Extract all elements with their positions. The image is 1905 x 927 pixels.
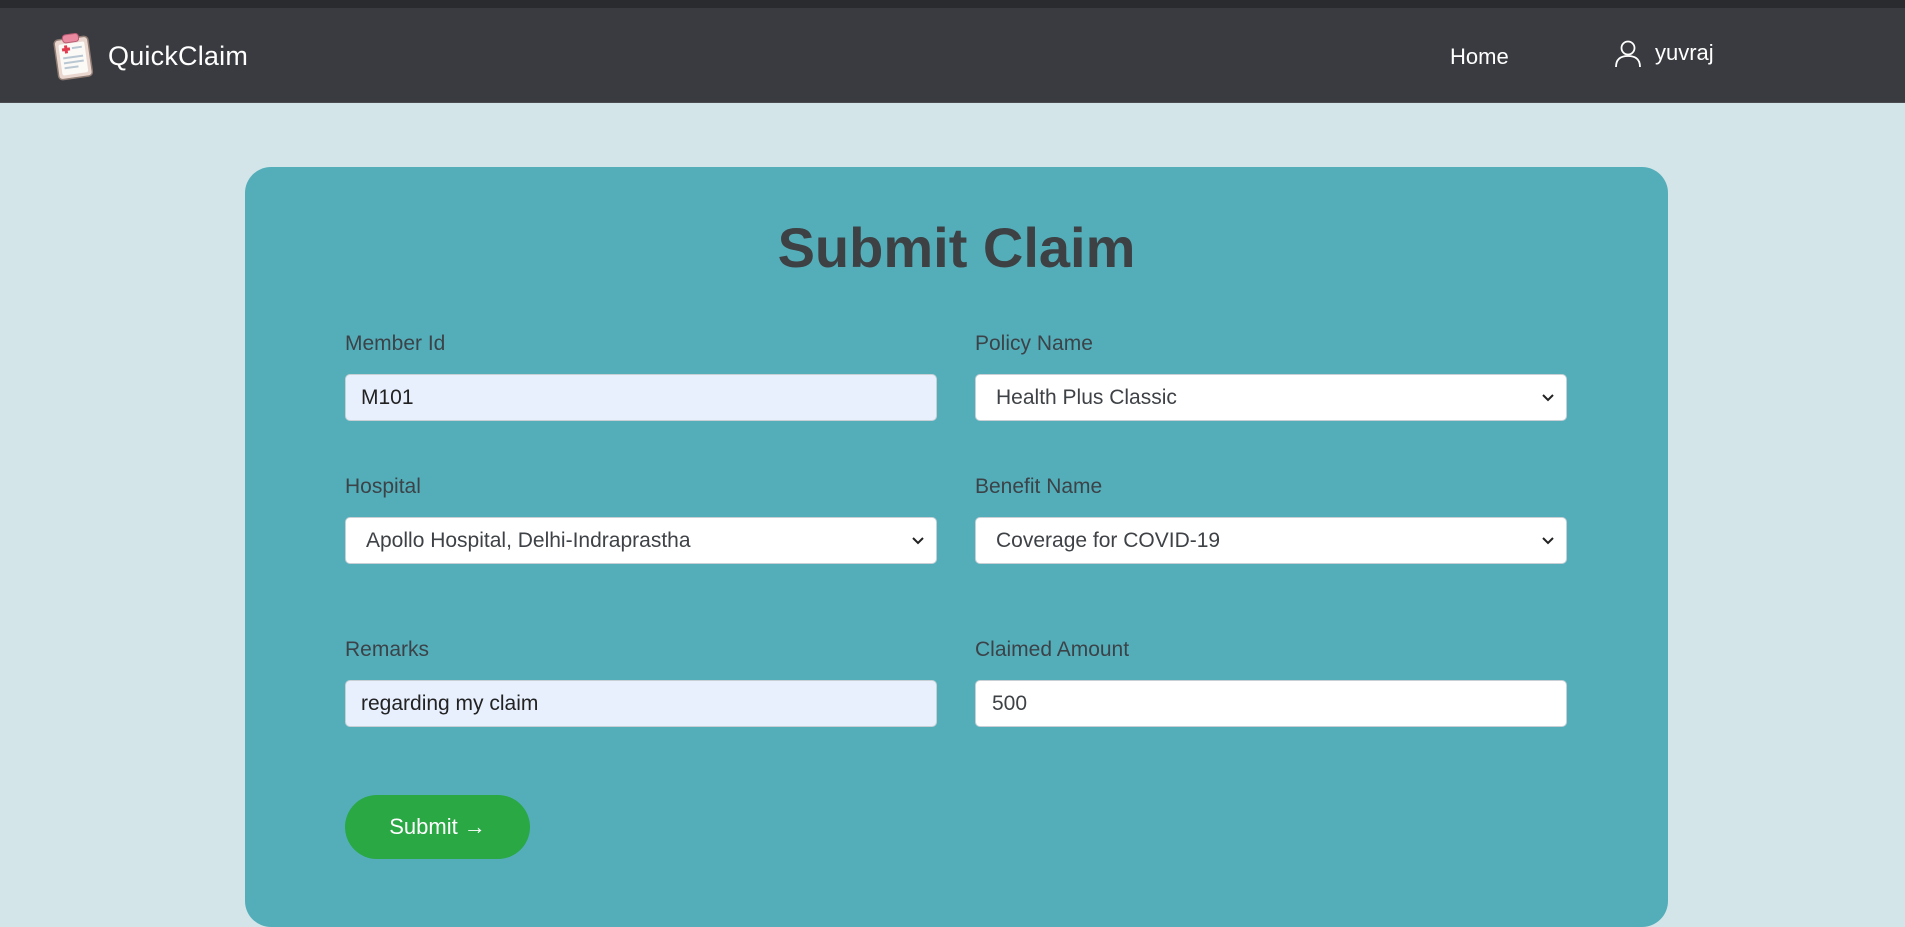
window-top-edge: [0, 0, 1905, 8]
arrow-right-icon: →: [463, 814, 486, 839]
chevron-down-icon: [1542, 394, 1554, 402]
brand[interactable]: QuickClaim: [48, 30, 248, 82]
chevron-down-icon: [1542, 537, 1554, 545]
clipboard-medical-icon: [53, 32, 94, 81]
hospital-value: Apollo Hospital, Delhi-Indraprastha: [366, 528, 691, 552]
member-id-value: M101: [361, 385, 414, 409]
user-menu[interactable]: yuvraj: [1613, 38, 1714, 68]
hospital-select[interactable]: Apollo Hospital, Delhi-Indraprastha: [345, 517, 937, 564]
page-title: Submit Claim: [777, 216, 1136, 279]
chevron-down-icon: [912, 537, 924, 545]
submit-button[interactable]: Submit →: [345, 795, 530, 859]
username: yuvraj: [1655, 40, 1714, 65]
user-icon: [1615, 40, 1641, 68]
policy-name-label: Policy Name: [975, 332, 1093, 355]
remarks-value: regarding my claim: [361, 691, 539, 715]
member-id-label: Member Id: [345, 332, 446, 355]
benefit-name-select[interactable]: Coverage for COVID-19: [975, 517, 1567, 564]
benefit-name-label: Benefit Name: [975, 475, 1103, 498]
policy-name-value: Health Plus Classic: [996, 385, 1177, 409]
submit-label: Submit: [389, 814, 458, 839]
navbar: QuickClaim Home yuvraj: [0, 8, 1905, 103]
policy-name-select[interactable]: Health Plus Classic: [975, 374, 1567, 421]
remarks-input[interactable]: regarding my claim: [345, 680, 937, 727]
benefit-name-value: Coverage for COVID-19: [996, 528, 1221, 552]
brand-name: QuickClaim: [108, 40, 249, 71]
claimed-amount-input[interactable]: 500: [975, 680, 1567, 727]
hospital-label: Hospital: [345, 475, 421, 498]
remarks-label: Remarks: [345, 638, 430, 661]
member-id-input[interactable]: M101: [345, 374, 937, 421]
submit-claim-card: Submit Claim Member Id M101 Policy Name …: [245, 167, 1668, 927]
nav-home-link[interactable]: Home: [1450, 44, 1509, 70]
claimed-amount-value: 500: [992, 691, 1028, 715]
claimed-amount-label: Claimed Amount: [975, 638, 1130, 661]
